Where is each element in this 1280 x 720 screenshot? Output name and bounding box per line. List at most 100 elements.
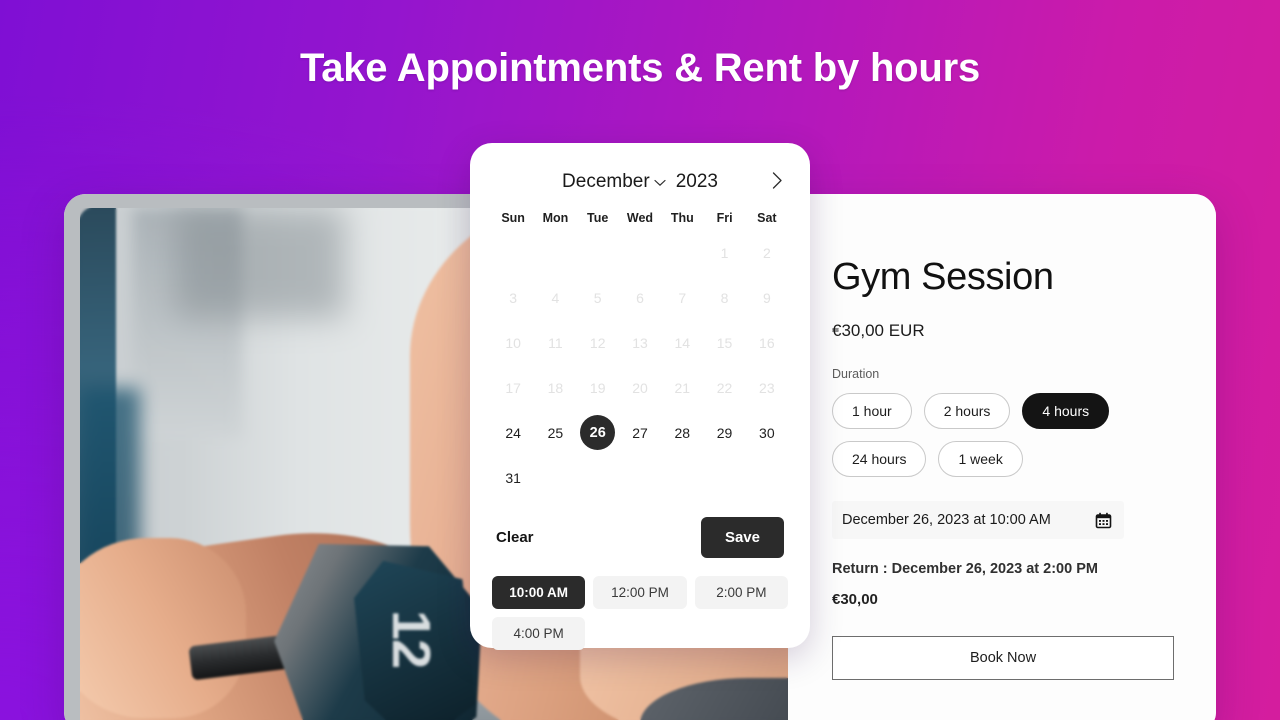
calendar-day: 6 [619,280,661,315]
return-datetime: Return : December 26, 2023 at 2:00 PM [832,561,1098,578]
calendar-day-number: 24 [505,424,521,441]
calendar-day-number: 6 [636,289,644,306]
calendar-day-blank [492,235,534,270]
calendar-day: 11 [534,325,576,360]
calendar-day-number: 2 [762,244,771,261]
calendar-day: 13 [619,325,661,360]
calendar-day: 9 [746,280,788,315]
calendar-day: 18 [534,370,576,405]
datetime-value: December 26, 2023 at 10:00 AM [842,512,1051,529]
duration-option[interactable]: 4 hours [1022,393,1110,430]
calendar-day[interactable]: 31 [492,460,534,495]
duration-option[interactable]: 1 hour [832,393,912,430]
calendar-day-number: 13 [632,334,648,351]
calendar-day: 21 [661,370,703,405]
calendar-day-blank [534,235,576,270]
calendar-day-number: 10 [505,334,521,351]
chevron-down-icon[interactable] [654,175,666,190]
calendar-day: 1 [703,235,745,270]
datetime-field[interactable]: December 26, 2023 at 10:00 AM [832,501,1124,540]
calendar-day-number: 21 [674,379,691,396]
calendar-day-number: 29 [716,424,733,441]
product-price: €30,00 EUR [832,321,925,340]
time-slot[interactable]: 12:00 PM [593,576,687,609]
calendar-actions: Clear Save [492,517,788,558]
time-slot[interactable]: 2:00 PM [694,576,788,609]
calendar-day-blank [577,235,619,270]
return-price: €30,00 [832,591,878,609]
calendar-weekday: Wed [626,211,654,225]
photo-background-shadow [175,208,345,318]
calendar-day[interactable]: 24 [492,415,534,450]
calendar-day-number: 14 [674,334,691,351]
calendar-year: 2023 [675,171,718,192]
calendar-popup: December 2023 Sun Mon Tue Wed Thu Fri Sat 1234… [470,143,810,650]
calendar-day[interactable]: 26 [577,415,619,450]
calendar-day: 4 [534,280,576,315]
calendar-day-number: 15 [716,334,733,351]
calendar-day-number: 27 [632,424,648,441]
photo-dumbbell-weight-label: 12 [381,609,442,669]
page-title: Take Appointments & Rent by hours [299,46,981,90]
calendar-day-number: 1 [720,244,729,261]
clear-button[interactable]: Clear [496,529,534,546]
calendar-weekday: Fri [716,211,733,225]
calendar-day-number: 20 [632,379,648,396]
duration-options: 1 hour 2 hours 4 hours 24 hours 1 week [832,393,1132,478]
calendar-header: December 2023 [492,167,788,197]
calendar-day: 19 [577,370,619,405]
calendar-day: 7 [661,280,703,315]
save-button[interactable]: Save [700,517,784,558]
calendar-weekday: Thu [670,211,694,225]
calendar-day-number: 12 [589,334,606,351]
calendar-icon[interactable] [1095,512,1112,529]
photo-hand [80,538,246,718]
calendar-day: 10 [492,325,534,360]
calendar-weekday: Tue [587,211,609,225]
calendar-day: 16 [746,325,788,360]
calendar-weekday: Sun [501,211,525,225]
calendar-day[interactable]: 28 [661,415,703,450]
calendar-day-blank [619,235,661,270]
calendar-day-number: 18 [547,379,564,396]
calendar-day-number: 8 [720,289,729,306]
calendar-day-number: 7 [678,289,687,306]
calendar-month[interactable]: December [562,171,650,193]
duration-option[interactable]: 1 week [938,441,1023,478]
calendar-weekday: Sat [757,211,777,225]
product-title: Gym Session [832,256,1054,298]
calendar-day: 22 [703,370,745,405]
time-slot[interactable]: 10:00 AM [492,576,586,609]
calendar-day-number: 5 [593,289,602,306]
calendar-day[interactable]: 27 [619,415,661,450]
calendar-day: 15 [703,325,745,360]
time-slot-grid: 10:00 AM 12:00 PM 2:00 PM 4:00 PM [492,576,788,650]
time-slot[interactable]: 4:00 PM [492,617,586,650]
calendar-weekday-row: Sun Mon Tue Wed Thu Fri Sat [492,211,788,225]
calendar-weekday: Mon [542,211,569,225]
calendar-day: 2 [746,235,788,270]
calendar-day[interactable]: 29 [703,415,745,450]
calendar-day-blank [661,235,703,270]
calendar-day-number: 4 [551,289,560,306]
book-now-button[interactable]: Book Now [832,636,1174,681]
calendar-day: 12 [577,325,619,360]
calendar-day-number: 28 [674,424,691,441]
calendar-day-number: 30 [759,424,775,441]
calendar-day: 8 [703,280,745,315]
calendar-day: 14 [661,325,703,360]
calendar-day: 20 [619,370,661,405]
product-details-pane: Gym Session €30,00 EUR Duration 1 hour 2 … [788,194,1216,720]
duration-option[interactable]: 2 hours [923,393,1011,430]
next-month-button[interactable] [766,169,788,191]
calendar-day-number: 3 [509,289,518,306]
calendar-day[interactable]: 30 [746,415,788,450]
duration-option[interactable]: 24 hours [832,441,927,478]
calendar-day-number: 23 [759,379,775,396]
calendar-day-number: 19 [589,379,606,396]
calendar-dates-grid: 1 2 3 4 5 6 7 8 9 10 11 12 13 14 15 16 17 18 19 20 21 22 23 24 2… [492,235,788,495]
calendar-day-number: 31 [505,469,521,486]
calendar-day[interactable]: 25 [534,415,576,450]
calendar-day-number: 25 [547,424,564,441]
calendar-day-number: 9 [762,289,771,306]
